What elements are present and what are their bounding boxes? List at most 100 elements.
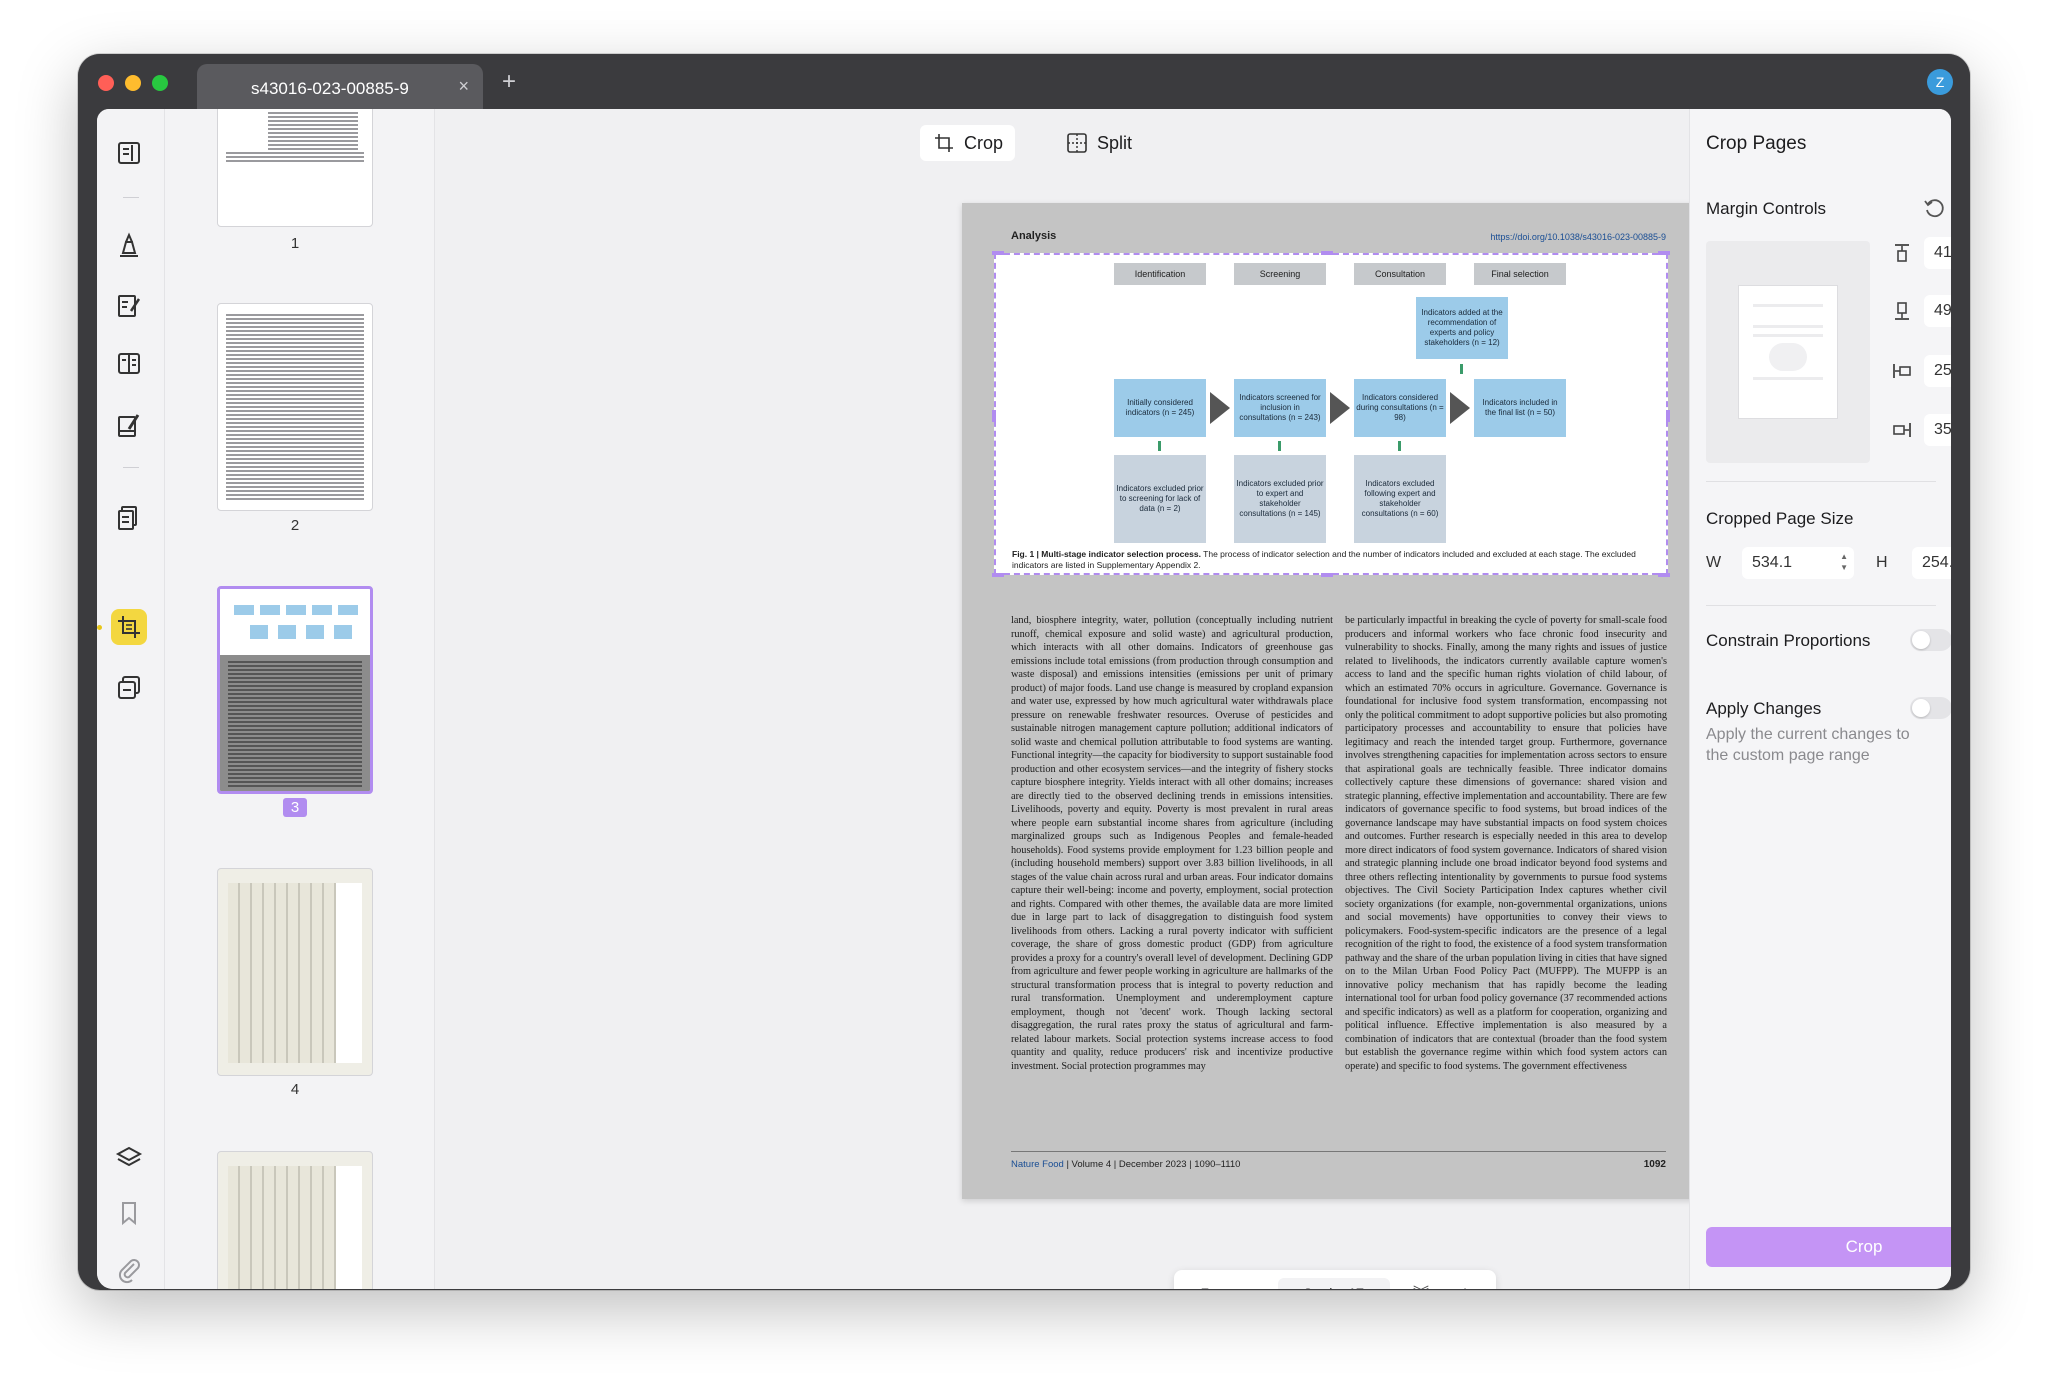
considered-indicators-box: Indicators considered during consultatio… [1354, 379, 1446, 437]
apply-changes-description: Apply the current changes to the custom … [1706, 726, 1910, 764]
caption-title: Fig. 1 | Multi-stage indicator selection… [1012, 549, 1201, 559]
width-input[interactable]: 534.1 ▲ ▼ [1742, 547, 1854, 579]
margin-right-icon [1893, 423, 1911, 437]
crop-mode-button[interactable]: Crop [920, 125, 1016, 161]
document-tab-title: s43016-023-00885-9 [251, 79, 409, 98]
doi-link[interactable]: https://doi.org/10.1038/s43016-023-00885… [1490, 232, 1666, 242]
zoom-window-button[interactable] [152, 75, 168, 91]
split-mode-button[interactable]: Split [1053, 125, 1144, 161]
reader-tool-icon[interactable] [111, 135, 147, 171]
crop-handle[interactable] [1321, 251, 1333, 255]
crop-tool-icon[interactable] [111, 609, 147, 645]
flow-arrow [1450, 392, 1470, 424]
tool-separator [123, 467, 139, 468]
page-thumbnail[interactable] [217, 109, 373, 227]
new-tab-button[interactable]: + [502, 70, 516, 94]
highlighter-tool-icon[interactable] [111, 227, 147, 263]
crop-handle[interactable] [992, 251, 1004, 255]
page-number: 1092 [1643, 1159, 1666, 1170]
total-pages: 45 [1346, 1285, 1365, 1289]
margin-left-input[interactable]: 25.6▲▼ [1924, 355, 1951, 387]
attachment-icon[interactable] [111, 1251, 147, 1287]
cropped-size-heading: Cropped Page Size [1706, 509, 1854, 528]
crop-handle[interactable] [992, 410, 996, 422]
current-page: 3 [1303, 1285, 1312, 1289]
active-tool-indicator [97, 625, 102, 630]
figure-caption: Fig. 1 | Multi-stage indicator selection… [1012, 549, 1658, 571]
form-tool-icon[interactable] [111, 345, 147, 381]
document-tab[interactable]: s43016-023-00885-9 × [197, 64, 483, 110]
thumbnail-panel: 1 2 3 4 [165, 109, 435, 1289]
constrain-proportions-toggle[interactable] [1910, 629, 1951, 651]
page-footer: Nature Food | Volume 4 | December 2023 |… [1011, 1159, 1240, 1170]
document-view: Crop Split Analysis https://doi.org/10.1… [435, 109, 1710, 1289]
crop-preview [1706, 241, 1870, 463]
margin-bottom-icon [1895, 302, 1909, 320]
panel-divider [1706, 481, 1936, 482]
margin-top-input[interactable]: 41.8▲▼ [1924, 237, 1951, 269]
margin-right-value: 35.5 [1934, 421, 1951, 438]
tool-rail [97, 109, 165, 1289]
bookmark-icon[interactable] [111, 1195, 147, 1231]
added-indicators-box: Indicators added at the recommendation o… [1416, 297, 1508, 359]
margin-controls-heading: Margin Controls [1706, 199, 1826, 218]
sign-tool-icon[interactable] [111, 407, 147, 443]
apply-changes-toggle[interactable] [1910, 697, 1951, 719]
width-value: 534.1 [1752, 554, 1793, 571]
margin-right-input[interactable]: 35.5▲▼ [1924, 414, 1951, 446]
thumbnail-label-selected: 3 [217, 798, 373, 817]
height-value: 254.4 [1922, 554, 1951, 571]
user-avatar[interactable]: Z [1927, 69, 1953, 95]
page-thumbnail-selected[interactable] [217, 586, 373, 794]
app-window: s43016-023-00885-9 × + Z 1 2 3 4 Crop Sp… [78, 54, 1970, 1290]
page-thumbnail[interactable] [217, 303, 373, 511]
page-thumbnail[interactable] [217, 868, 373, 1076]
crop-handle[interactable] [1658, 251, 1670, 255]
minimize-window-button[interactable] [125, 75, 141, 91]
crop-icon [935, 134, 953, 152]
apply-changes-label: Apply Changes [1706, 699, 1822, 718]
crop-handle[interactable] [1321, 573, 1333, 577]
crop-handle[interactable] [1666, 410, 1670, 422]
crop-handle[interactable] [992, 573, 1004, 577]
screened-indicators-box: Indicators screened for inclusion in con… [1234, 379, 1326, 437]
compare-tool-icon[interactable] [111, 669, 147, 705]
reset-icon[interactable] [1922, 196, 1946, 220]
excluded-box: Indicators excluded following expert and… [1354, 455, 1446, 543]
first-page-icon[interactable]: ⤒ [1192, 1282, 1218, 1289]
crop-region[interactable]: Identification Screening Consultation Fi… [992, 251, 1670, 577]
page-input[interactable]: 3 / 45 [1278, 1278, 1390, 1289]
flow-arrow [1210, 392, 1230, 424]
last-page-icon[interactable]: ⤓ [1452, 1282, 1478, 1289]
margin-top-value: 41.8 [1934, 244, 1951, 261]
margin-top-icon [1895, 244, 1909, 262]
split-icon [1067, 133, 1087, 153]
height-label: H [1876, 554, 1888, 571]
next-page-icon[interactable]: ︾ [1408, 1282, 1434, 1289]
excluded-box: Indicators excluded prior to screening f… [1114, 455, 1206, 543]
previous-page-icon[interactable]: ︽ [1236, 1282, 1262, 1289]
thumbnail-label: 1 [290, 235, 300, 252]
close-window-button[interactable] [98, 75, 114, 91]
margin-left-icon [1893, 364, 1911, 378]
tab-close-icon[interactable]: × [458, 76, 469, 97]
journal-name: Nature Food [1011, 1159, 1064, 1170]
crop-handle[interactable] [1658, 573, 1670, 577]
crop-button[interactable]: Crop [1706, 1227, 1951, 1267]
document-page: Analysis https://doi.org/10.1038/s43016-… [962, 203, 1710, 1199]
article-type: Analysis [1011, 230, 1057, 242]
excluded-box: Indicators excluded prior to expert and … [1234, 455, 1326, 543]
final-indicators-box: Indicators included in the final list (n… [1474, 379, 1566, 437]
stepper-icon[interactable]: ▲ ▼ [1840, 551, 1848, 573]
layers-icon[interactable] [111, 1139, 147, 1175]
organize-pages-tool-icon[interactable] [111, 499, 147, 535]
app-content: 1 2 3 4 Crop Split Analysis https://doi.… [97, 109, 1951, 1289]
split-mode-label: Split [1097, 132, 1133, 153]
margin-bottom-input[interactable]: 494.6▲▼ [1924, 295, 1951, 327]
thumbnail-label: 2 [290, 517, 300, 534]
flow-arrow [1330, 392, 1350, 424]
thumbnail-label-badge: 3 [282, 798, 308, 817]
edit-text-tool-icon[interactable] [111, 287, 147, 323]
height-input[interactable]: 254.4▲▼ [1912, 547, 1951, 579]
page-thumbnail[interactable] [217, 1151, 373, 1289]
